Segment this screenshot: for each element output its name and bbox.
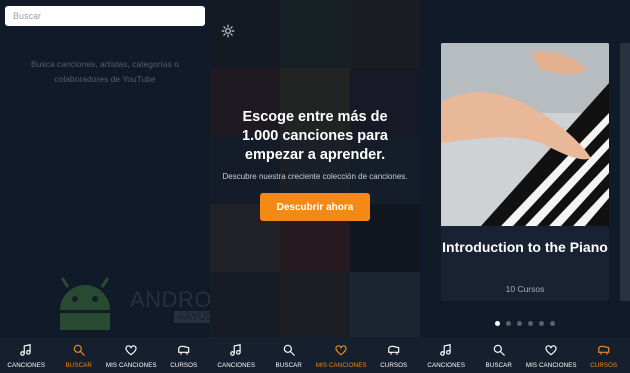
carousel-dot[interactable] <box>506 321 511 326</box>
nav-label: CURSOS <box>170 362 198 369</box>
search-icon <box>73 344 85 356</box>
music-note-icon <box>230 344 241 356</box>
course-count: 10 Cursos <box>505 284 545 294</box>
songs-promo-screen: Escoge entre más de 1.000 canciones para… <box>210 0 420 337</box>
nav-label: MIS CANCIONES <box>105 362 157 369</box>
carousel-dot[interactable] <box>550 321 555 326</box>
course-card[interactable]: Introduction to the Piano 10 Cursos <box>441 43 609 301</box>
heart-icon <box>545 345 557 356</box>
piano-icon <box>387 345 399 355</box>
nav-item-mis-canciones[interactable]: MIS CANCIONES <box>105 337 158 373</box>
carousel-dot[interactable] <box>539 321 544 326</box>
carousel-dot[interactable] <box>495 321 500 326</box>
nav-label: CURSOS <box>380 362 408 369</box>
nav-label: MIS CANCIONES <box>525 362 577 369</box>
next-card-peek[interactable] <box>620 43 630 301</box>
piano-photo <box>441 43 609 226</box>
nav-item-canciones[interactable]: CANCIONES <box>420 337 473 373</box>
courses-screen: Introduction to the Piano 10 Cursos <box>420 0 630 337</box>
music-note-icon <box>440 344 451 356</box>
nav-item-cursos[interactable]: CURSOS <box>578 337 630 373</box>
heart-icon <box>335 345 347 356</box>
carousel-dot[interactable] <box>517 321 522 326</box>
search-hint: Busca canciones, artistas, categorías o … <box>31 59 179 84</box>
nav-label: MIS CANCIONES <box>315 362 367 369</box>
nav-item-cursos[interactable]: CURSOS <box>368 337 421 373</box>
heart-icon <box>125 345 137 356</box>
bottom-navigation: CANCIONES BUSCAR MIS CANCIONES CURSOS CANCIO… <box>0 337 630 373</box>
promo-subtitle: Descubre nuestra creciente colección de … <box>222 172 408 181</box>
music-note-icon <box>20 344 31 356</box>
search-icon <box>493 344 505 356</box>
discover-button[interactable]: Descubrir ahora <box>260 193 370 221</box>
nav-label: CANCIONES <box>217 362 256 369</box>
nav-item-buscar[interactable]: BUSCAR <box>53 337 106 373</box>
nav-item-buscar[interactable]: BUSCAR <box>263 337 316 373</box>
nav-label: CANCIONES <box>7 362 46 369</box>
nav-item-buscar[interactable]: BUSCAR <box>473 337 526 373</box>
nav-label: BUSCAR <box>275 362 302 369</box>
carousel-dot[interactable] <box>528 321 533 326</box>
nav-label: CURSOS <box>590 362 618 369</box>
android-logo <box>60 277 110 330</box>
promo-title: Escoge entre más de 1.000 canciones para… <box>242 109 388 163</box>
dark-overlay <box>210 0 420 337</box>
nav-label: CANCIONES <box>427 362 466 369</box>
nav-item-mis-canciones[interactable]: MIS CANCIONES <box>525 337 578 373</box>
nav-label: BUSCAR <box>485 362 512 369</box>
gear-icon[interactable] <box>221 24 235 38</box>
carousel-dots <box>420 321 630 326</box>
nav-label: BUSCAR <box>65 362 92 369</box>
course-title: Introduction to the Piano <box>442 239 608 255</box>
nav-item-mis-canciones[interactable]: MIS CANCIONES <box>315 337 368 373</box>
nav-item-canciones[interactable]: CANCIONES <box>210 337 263 373</box>
search-box[interactable] <box>5 6 205 26</box>
nav-item-cursos[interactable]: CURSOS <box>158 337 211 373</box>
piano-icon <box>597 345 609 355</box>
search-screen: Busca canciones, artistas, categorías o … <box>0 0 234 337</box>
search-icon <box>283 344 295 356</box>
piano-icon <box>177 345 189 355</box>
nav-item-canciones[interactable]: CANCIONES <box>0 337 53 373</box>
search-input[interactable] <box>5 6 205 26</box>
